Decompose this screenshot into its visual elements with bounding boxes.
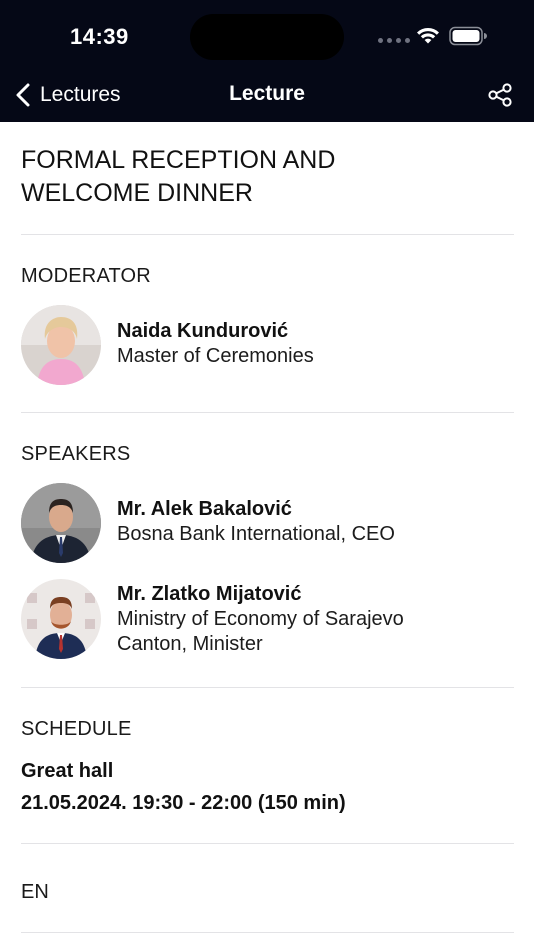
navigation-bar: 14:39 Lectures Lecture [0,0,534,122]
speakers-section-label: SPEAKERS [21,443,131,465]
cellular-signal-icon [378,38,410,43]
share-icon[interactable] [486,82,514,108]
speaker-role: Ministry of Economy of Sarajevo Canton, … [117,608,404,655]
divider [21,843,514,844]
avatar [21,483,101,563]
moderator-role: Master of Ceremonies [117,345,314,367]
language-label: EN [21,881,49,903]
divider [21,932,514,933]
schedule-place: Great hall [21,760,114,782]
lecture-title: FORMAL RECEPTION AND WELCOME DINNER [21,146,336,207]
moderator-section-label: MODERATOR [21,265,151,287]
chevron-left-icon [16,83,30,107]
moderator-name: Naida Kundurović [117,320,289,342]
back-button-label: Lectures [40,83,121,106]
schedule-time: 21.05.2024. 19:30 - 22:00 (150 min) [21,792,346,814]
speaker-role: Bosna Bank International, CEO [117,523,395,545]
speaker-item[interactable]: Mr. Alek Bakalović Bosna Bank Internatio… [21,483,514,565]
moderator-item[interactable]: Naida Kundurović Master of Ceremonies [21,305,514,387]
avatar [21,579,101,659]
schedule-section-label: SCHEDULE [21,718,132,740]
speaker-name: Mr. Alek Bakalović [117,498,292,520]
divider [21,234,514,235]
avatar [21,305,101,385]
divider [21,687,514,688]
divider [21,412,514,413]
dynamic-island [190,14,344,60]
status-time: 14:39 [70,24,129,49]
back-button[interactable]: Lectures [14,80,121,110]
speaker-item[interactable]: Mr. Zlatko Mijatović Ministry of Economy… [21,579,514,661]
battery-icon [449,26,487,46]
wifi-icon [417,27,439,44]
speaker-name: Mr. Zlatko Mijatović [117,583,302,605]
